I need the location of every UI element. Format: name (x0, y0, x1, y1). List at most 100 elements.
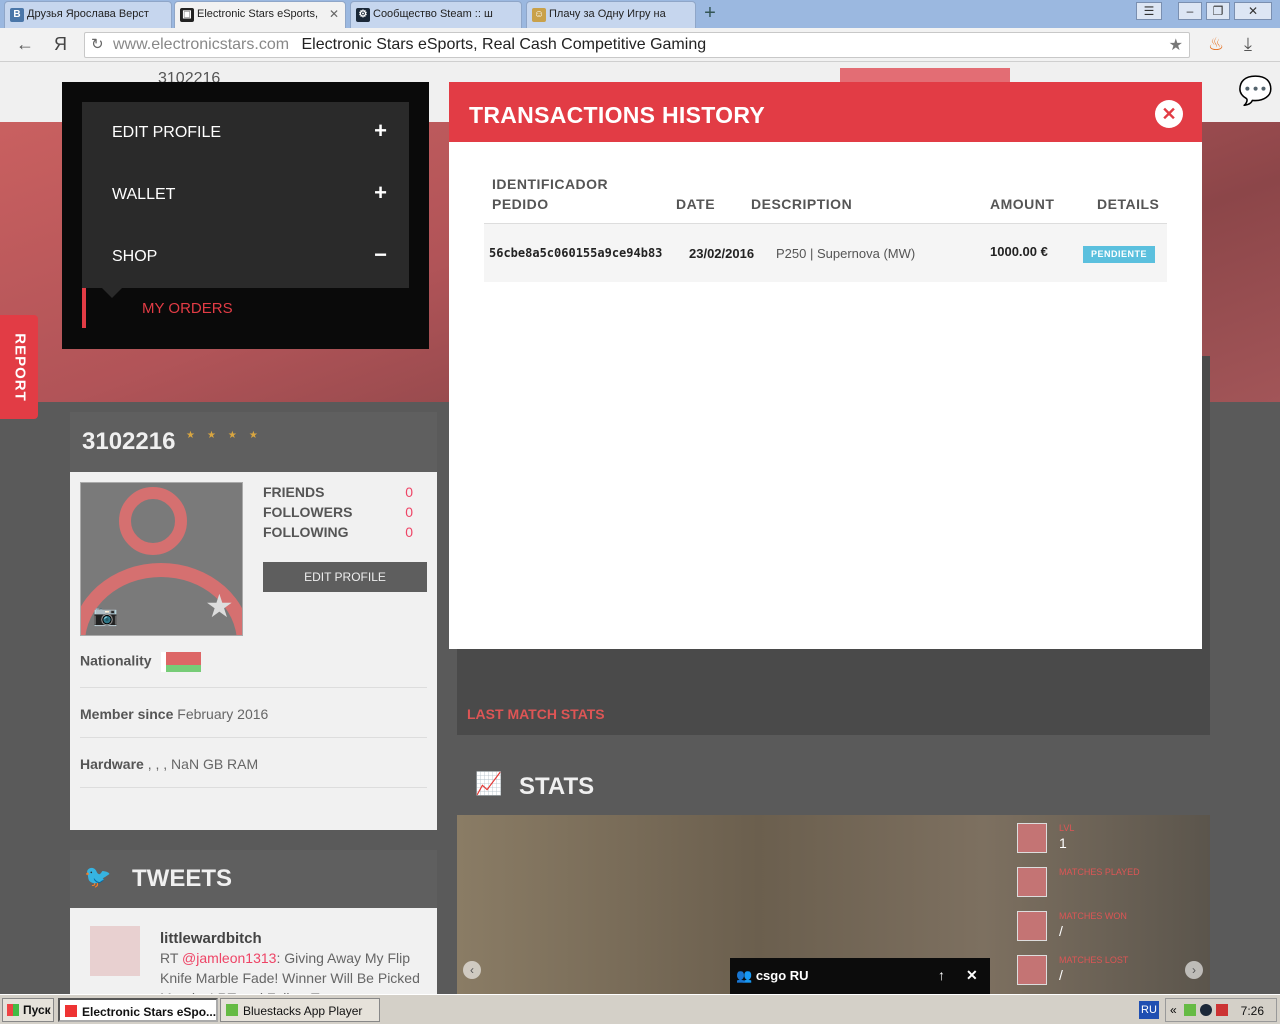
following-row[interactable]: FOLLOWING 0 (263, 524, 413, 544)
tab-game[interactable]: ☺ Плачу за Одну Игру на (526, 1, 696, 28)
system-tray: « 7:26 (1165, 998, 1277, 1022)
tweet-mention[interactable]: @jamleon1313 (182, 950, 276, 966)
tweet-username[interactable]: littlewardbitch (160, 930, 262, 947)
social-stats: FRIENDS 0 FOLLOWERS 0 FOLLOWING 0 (263, 484, 413, 544)
tab-electronic-stars[interactable]: ▣ Electronic Stars eSports, ✕ (174, 1, 346, 28)
camera-icon[interactable]: 📷 (93, 603, 118, 628)
stat-item-value: / (1059, 967, 1063, 983)
hardware-label: Hardware (80, 756, 144, 772)
report-button[interactable]: REPORT (0, 315, 38, 419)
expand-plus-icon[interactable]: + (374, 180, 387, 206)
profile-menu-list: EDIT PROFILE + WALLET + SHOP − (82, 102, 409, 288)
chat-bar[interactable]: 👥 csgo RU ↑ ✕ (730, 958, 990, 994)
stat-matches-played: MATCHES PLAYED (1017, 867, 1197, 907)
modal-header: TRANSACTIONS HISTORY ✕ (449, 82, 1202, 142)
task-label: Electronic Stars eSpo... (82, 1005, 217, 1019)
tab-steam[interactable]: ⚙ Сообщество Steam :: ш (350, 1, 522, 28)
carousel-prev-icon[interactable]: ‹ (463, 961, 481, 979)
maximize-button[interactable]: ❐ (1206, 2, 1230, 20)
stat-label: FOLLOWERS (263, 504, 353, 520)
chat-room-label: 👥 csgo RU (736, 968, 809, 983)
reload-icon[interactable]: ↻ (91, 35, 104, 53)
followers-row[interactable]: FOLLOWERS 0 (263, 504, 413, 524)
menu-window-button[interactable]: ☰ (1136, 2, 1162, 20)
tab-vk[interactable]: B Друзья Ярослава Верст (4, 1, 172, 28)
stats-header: 📈 STATS (457, 755, 1210, 815)
taskbar: Пуск Electronic Stars eSpo... Bluestacks… (0, 994, 1280, 1024)
col-date: DATE (676, 196, 716, 212)
es-icon: ▣ (180, 8, 194, 22)
download-icon[interactable]: ⤓ (1244, 34, 1252, 55)
avatar-head-shape (119, 487, 187, 555)
clock[interactable]: 7:26 (1241, 1004, 1264, 1018)
profile-menu: EDIT PROFILE + WALLET + SHOP − MY ORDERS (62, 82, 429, 349)
minimize-button[interactable]: – (1178, 2, 1202, 20)
bluestacks-tray-icon[interactable] (1184, 1004, 1196, 1016)
stat-value: 0 (405, 504, 413, 520)
col-details: DETAILS (1097, 196, 1160, 212)
back-arrow-icon[interactable]: ← (16, 34, 34, 55)
rank-stars-icon: ★★★★ (186, 430, 270, 441)
favorite-star-icon[interactable]: ★ (205, 587, 234, 625)
flame-icon[interactable]: ♨ (1208, 34, 1224, 55)
new-tab-button[interactable]: + (700, 3, 720, 23)
table-row[interactable]: 56cbe8a5c060155a9ce94b83 23/02/2016 P250… (484, 224, 1167, 282)
submenu-item-my-orders[interactable]: MY ORDERS (142, 300, 233, 317)
stat-item-label: MATCHES PLAYED (1059, 867, 1140, 877)
menu-item-edit-profile[interactable]: EDIT PROFILE + (82, 102, 409, 164)
tray-expand-icon[interactable]: « (1170, 1003, 1177, 1017)
steam-icon: ⚙ (356, 8, 370, 22)
close-window-button[interactable]: ✕ (1234, 2, 1272, 20)
level-icon (1017, 823, 1047, 853)
expand-plus-icon[interactable]: + (374, 118, 387, 144)
stat-item-value: / (1059, 923, 1063, 939)
order-id: 56cbe8a5c060155a9ce94b83 (489, 246, 663, 260)
chat-bubbles-icon[interactable]: 💬 (1238, 74, 1273, 107)
submenu-active-indicator (82, 288, 86, 328)
start-button[interactable]: Пуск (2, 998, 54, 1022)
tab-label: Electronic Stars eSports, (197, 8, 319, 20)
taskbar-item-bluestacks[interactable]: Bluestacks App Player (220, 998, 380, 1022)
member-since-value: February 2016 (177, 706, 269, 722)
antivirus-tray-icon[interactable] (1216, 1004, 1228, 1016)
taskbar-item-browser[interactable]: Electronic Stars eSpo... (58, 998, 218, 1022)
col-id-line1: IDENTIFICADOR (492, 176, 609, 192)
chat-expand-icon[interactable]: ↑ (938, 967, 945, 983)
bookmark-star-icon[interactable]: ★ (1169, 35, 1183, 55)
modal-title: TRANSACTIONS HISTORY (469, 102, 766, 128)
order-amount: 1000.00 € (990, 244, 1048, 259)
close-icon[interactable]: ✕ (1155, 100, 1183, 128)
url-page-title: Electronic Stars eSports, Real Cash Comp… (301, 36, 707, 53)
address-bar: ← Я ↻ www.electronicstars.com Electronic… (0, 28, 1280, 62)
menu-item-wallet[interactable]: WALLET + (82, 164, 409, 226)
tweet-avatar[interactable] (90, 926, 140, 976)
yandex-icon[interactable]: Я (54, 34, 67, 55)
transactions-table: IDENTIFICADOR PEDIDO DATE DESCRIPTION AM… (484, 174, 1167, 282)
menu-item-shop[interactable]: SHOP − (82, 226, 409, 288)
carousel-next-icon[interactable]: › (1185, 961, 1203, 979)
tab-label: Друзья Ярослава Верст (27, 8, 149, 20)
tab-label: Сообщество Steam :: ш (373, 8, 493, 20)
windows-logo-icon (7, 1004, 19, 1016)
steam-tray-icon[interactable] (1200, 1004, 1212, 1016)
friends-row[interactable]: FRIENDS 0 (263, 484, 413, 504)
last-match-stats-label[interactable]: LAST MATCH STATS (467, 706, 605, 722)
stat-matches-won: MATCHES WON / (1017, 911, 1197, 951)
col-description: DESCRIPTION (751, 196, 853, 212)
edit-profile-button[interactable]: EDIT PROFILE (263, 562, 427, 592)
order-date: 23/02/2016 (689, 246, 755, 261)
language-indicator[interactable]: RU (1139, 1001, 1159, 1019)
close-tab-icon[interactable]: ✕ (329, 7, 339, 21)
status-badge[interactable]: PENDIENTE (1083, 246, 1155, 263)
avatar[interactable]: 📷 ★ (80, 482, 243, 636)
collapse-minus-icon[interactable]: − (374, 242, 387, 268)
trend-chart-icon: 📈 (475, 771, 503, 796)
bluestacks-icon (226, 1004, 238, 1016)
transactions-modal: TRANSACTIONS HISTORY ✕ IDENTIFICADOR PED… (449, 82, 1202, 649)
profile-header: 3102216 ★★★★ (70, 412, 437, 472)
chat-close-icon[interactable]: ✕ (966, 967, 978, 984)
url-field[interactable]: ↻ www.electronicstars.com Electronic Sta… (84, 32, 1190, 58)
task-label: Bluestacks App Player (243, 1004, 363, 1018)
start-label: Пуск (23, 1003, 51, 1017)
report-label: REPORT (11, 333, 29, 402)
